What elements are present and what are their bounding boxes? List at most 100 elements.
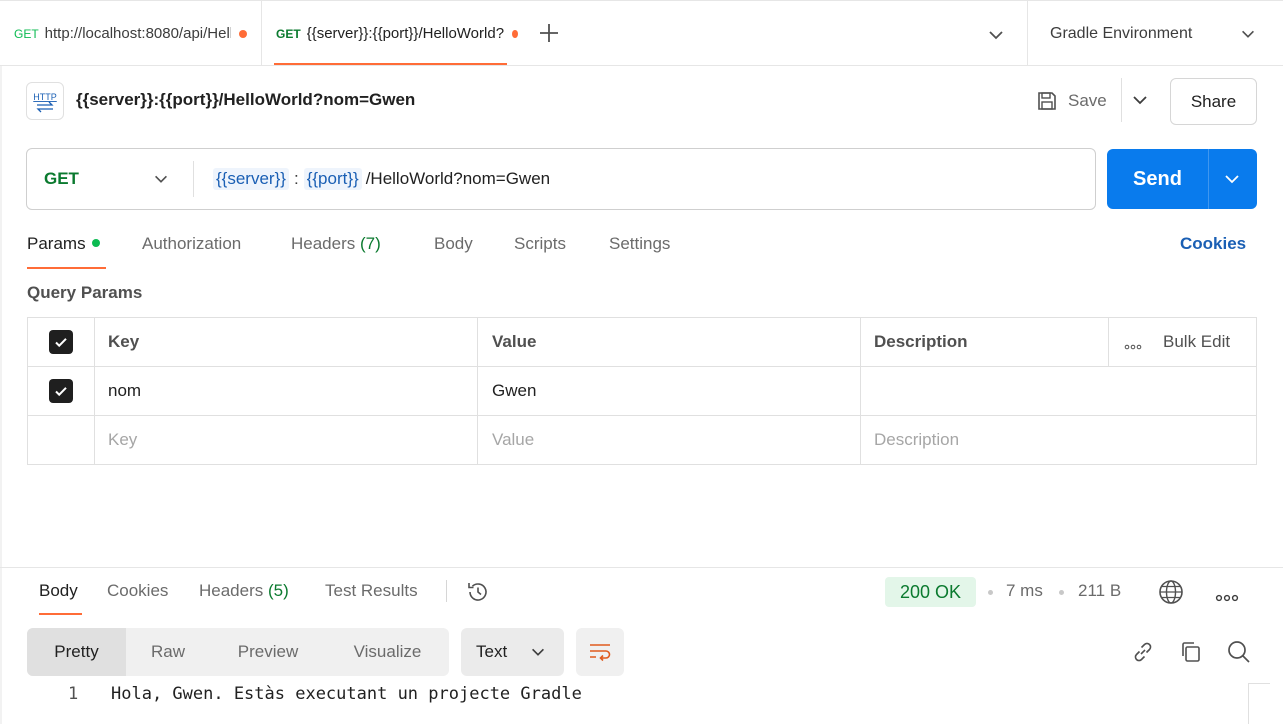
param-description-input[interactable] [861, 367, 1256, 415]
divider [193, 161, 194, 197]
send-button[interactable]: Send [1107, 149, 1257, 209]
globe-icon[interactable] [1158, 579, 1184, 609]
status-badge[interactable]: 200 OK [885, 577, 976, 607]
unsaved-dot [512, 29, 518, 38]
word-wrap-button[interactable] [576, 628, 624, 676]
param-key-input[interactable]: nom [95, 367, 478, 415]
left-border [0, 66, 2, 724]
request-title[interactable]: {{server}}:{{port}}/HelloWorld?nom=Gwen [76, 90, 415, 110]
row-checkbox-cell [28, 367, 95, 415]
environment-label: Gradle Environment [1050, 24, 1193, 42]
svg-text:HTTP: HTTP [33, 92, 57, 102]
divider [1121, 78, 1122, 122]
tab-method: GET [14, 26, 39, 41]
tab-bar: GET http://localhost:8080/api/HelloWorld… [0, 0, 1283, 66]
headers-count: (7) [360, 234, 381, 253]
chevron-down-icon [532, 648, 544, 656]
tab-title: {{server}}:{{port}}/HelloWorld?nom=Gwen [306, 25, 505, 42]
line-number: 1 [68, 684, 79, 704]
params-table: Key Value Description Bulk Edit nom Gwen… [27, 317, 1257, 465]
more-options-icon[interactable] [1124, 338, 1142, 355]
cookies-link[interactable]: Cookies [1180, 234, 1246, 254]
method-label: GET [44, 169, 79, 188]
url-input[interactable]: {{server}} : {{port}} /HelloWorld?nom=Gw… [213, 149, 550, 209]
new-key-input[interactable]: Key [95, 416, 478, 464]
tab-params[interactable]: Params [27, 234, 100, 254]
table-row-empty: Key Value Description [28, 416, 1256, 465]
send-label: Send [1133, 167, 1182, 190]
method-select[interactable]: GET [27, 149, 193, 209]
chevron-down-icon [1242, 30, 1254, 38]
save-options-chevron-icon[interactable] [1130, 90, 1150, 114]
header-value: Value [478, 318, 861, 366]
tab-body[interactable]: Body [434, 234, 473, 254]
tab-label: Headers [199, 581, 264, 600]
view-mode-group: Pretty Raw Preview Visualize [27, 628, 449, 676]
new-value-input[interactable]: Value [478, 416, 861, 464]
share-button[interactable]: Share [1170, 78, 1257, 125]
url-path: /HelloWorld?nom=Gwen [365, 169, 551, 188]
url-variable-port[interactable]: {{port}} [303, 168, 362, 190]
save-icon [1038, 92, 1056, 110]
divider [1208, 149, 1209, 209]
params-active-dot [91, 238, 100, 247]
environment-selector[interactable]: Gradle Environment [1027, 1, 1283, 66]
active-tab-indicator [274, 63, 507, 65]
headers-count: (5) [268, 581, 289, 600]
view-visualize-button[interactable]: Visualize [326, 628, 449, 676]
http-icon: HTTP [26, 82, 64, 120]
separator-dot [988, 590, 993, 595]
view-raw-button[interactable]: Raw [126, 628, 210, 676]
new-description-input[interactable]: Description [861, 416, 1256, 464]
response-size[interactable]: 211 B [1078, 581, 1121, 601]
tab-headers[interactable]: Headers (7) [291, 234, 381, 254]
view-pretty-button[interactable]: Pretty [27, 628, 126, 676]
save-button[interactable]: Save [1036, 86, 1107, 116]
format-select[interactable]: Text [461, 628, 564, 676]
url-bar: GET {{server}} : {{port}} /HelloWorld?no… [26, 148, 1096, 210]
wrap-lines-icon [590, 644, 611, 662]
view-preview-button[interactable]: Preview [210, 628, 326, 676]
request-tab-1[interactable]: GET http://localhost:8080/api/HelloWorld [0, 1, 262, 66]
check-icon [55, 338, 67, 348]
table-row: nom Gwen [28, 367, 1256, 416]
chevron-down-icon [155, 175, 167, 183]
divider [446, 580, 447, 602]
copy-icon[interactable] [1178, 639, 1204, 669]
active-tab-indicator [39, 613, 82, 615]
more-options-icon[interactable] [1215, 589, 1239, 606]
select-all-checkbox[interactable] [49, 330, 73, 354]
tab-title: http://localhost:8080/api/HelloWorld [44, 25, 231, 42]
bulk-edit-button[interactable]: Bulk Edit [1163, 332, 1230, 352]
response-time[interactable]: 7 ms [1006, 581, 1043, 601]
response-divider[interactable] [0, 567, 1283, 568]
response-tab-test-results[interactable]: Test Results [325, 581, 418, 601]
request-tab-2[interactable]: GET {{server}}:{{port}}/HelloWorld?nom=G… [262, 1, 518, 66]
query-params-title: Query Params [27, 283, 143, 302]
row-checkbox[interactable] [49, 379, 73, 403]
empty-checkbox-cell [28, 416, 95, 464]
separator-dot [1059, 590, 1064, 595]
line-text[interactable]: Hola, Gwen. Estàs executant un projecte … [111, 684, 582, 704]
url-separator: : [293, 169, 299, 188]
history-icon[interactable] [465, 579, 491, 609]
url-variable-server[interactable]: {{server}} [213, 168, 289, 190]
tabs-overflow-chevron-icon[interactable] [986, 25, 1006, 45]
response-tab-cookies[interactable]: Cookies [107, 581, 168, 601]
response-tab-headers[interactable]: Headers (5) [199, 581, 289, 601]
tab-authorization[interactable]: Authorization [142, 234, 241, 254]
header-key: Key [95, 318, 478, 366]
search-icon[interactable] [1226, 639, 1252, 669]
tab-scripts[interactable]: Scripts [514, 234, 566, 254]
tab-label: Headers [291, 234, 356, 253]
scrollbar[interactable] [1248, 683, 1270, 724]
response-tab-body[interactable]: Body [39, 581, 78, 601]
link-icon[interactable] [1130, 639, 1156, 669]
unsaved-dot [238, 29, 247, 38]
tab-settings[interactable]: Settings [609, 234, 670, 254]
divider [1108, 318, 1109, 366]
new-tab-plus-icon[interactable] [537, 21, 561, 45]
tab-label: Params [27, 234, 86, 253]
send-options-chevron-icon[interactable] [1222, 169, 1242, 189]
param-value-input[interactable]: Gwen [478, 367, 861, 415]
